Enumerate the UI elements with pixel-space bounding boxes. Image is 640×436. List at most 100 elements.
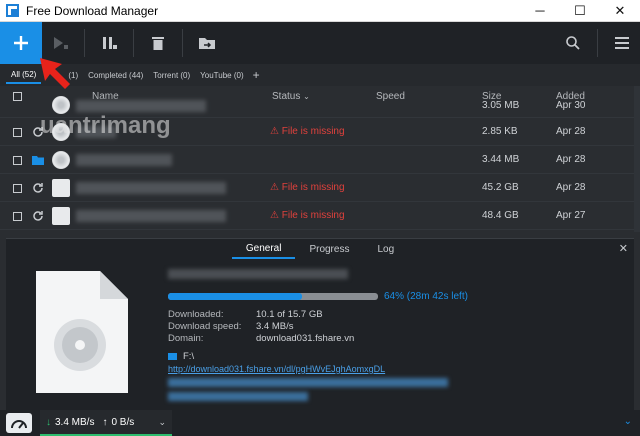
file-icon — [52, 179, 70, 197]
toolbar-divider — [182, 29, 183, 57]
minimize-button[interactable]: ─ — [520, 0, 560, 22]
row-size: 2.85 KB — [482, 126, 518, 137]
hamburger-menu-icon — [615, 37, 629, 49]
file-name-blurred — [76, 210, 226, 222]
row-checkbox[interactable] — [13, 184, 22, 193]
download-speed: 3.4 MB/s — [55, 416, 95, 428]
file-name-blurred — [168, 269, 348, 279]
speedometer-icon — [11, 420, 27, 429]
watermark-text: uantrimang — [40, 112, 171, 139]
row-size: 3.05 MB — [482, 100, 520, 111]
folder-path: F:\ — [183, 351, 195, 362]
retry-icon[interactable] — [32, 210, 44, 222]
download-arrow-icon: ↓ — [46, 416, 51, 428]
folder-move-icon — [199, 38, 215, 49]
details-tabs: General Progress Log — [6, 239, 634, 259]
chevron-down-icon[interactable]: ⌄ — [624, 416, 632, 427]
red-arrow-annotation — [40, 58, 70, 89]
row-added: Apr 27 — [556, 210, 586, 221]
toolbar-divider — [597, 29, 598, 57]
download-url-link[interactable]: http://download031.fshare.vn/dl/pgHWvEJg… — [168, 363, 628, 401]
toolbar — [0, 22, 640, 64]
retry-icon[interactable] — [32, 182, 44, 194]
file-name-blurred — [76, 100, 206, 112]
downloaded-value: 10.1 of 15.7 GB — [256, 309, 323, 320]
disc-file-icon — [52, 151, 70, 169]
table-row[interactable]: ⚠ File is missing 45.2 GB Apr 28 — [0, 174, 634, 202]
row-added: Apr 28 — [556, 126, 586, 137]
play-icon — [54, 37, 68, 49]
row-size: 45.2 GB — [482, 182, 519, 193]
upload-speed: 0 B/s — [111, 416, 135, 428]
row-size: 3.44 MB — [482, 154, 520, 165]
move-to-button[interactable] — [189, 22, 225, 64]
pause-icon — [103, 37, 117, 49]
row-status-label: File is missing — [281, 182, 345, 193]
domain-label: Domain: — [168, 333, 204, 344]
add-tab-button[interactable]: + — [253, 68, 260, 82]
warning-icon: ⚠ — [270, 182, 279, 193]
row-size: 48.4 GB — [482, 210, 519, 221]
row-checkbox[interactable] — [13, 212, 22, 221]
plus-icon — [14, 36, 28, 50]
title-bar: Free Download Manager ─ ☐ ✕ — [0, 0, 640, 22]
row-added: Apr 28 — [556, 182, 586, 193]
chevron-down-icon[interactable]: ⌄ — [158, 417, 166, 428]
speed-value: 3.4 MB/s — [256, 321, 294, 332]
progress-fill — [168, 293, 303, 300]
search-icon — [566, 36, 580, 50]
row-status-label: File is missing — [281, 210, 345, 221]
download-progress-bar — [168, 293, 378, 300]
domain-value: download031.fshare.vn — [256, 333, 355, 344]
folder-icon — [168, 353, 177, 360]
details-panel: General Progress Log ✕ 64% (28m 42s left… — [6, 238, 634, 410]
status-bar: ↓ 3.4 MB/s ↑ 0 B/s ⌄ — [0, 410, 640, 436]
close-window-button[interactable]: ✕ — [600, 0, 640, 22]
speed-indicator[interactable]: ↓ 3.4 MB/s ↑ 0 B/s ⌄ — [40, 410, 172, 436]
file-name-blurred — [76, 182, 226, 194]
row-status: ⚠ File is missing — [270, 210, 345, 221]
speed-mode-button[interactable] — [6, 413, 32, 433]
table-row[interactable]: 3.44 MB Apr 28 — [0, 146, 634, 174]
downloaded-label: Downloaded: — [168, 309, 224, 320]
pause-button[interactable] — [91, 22, 127, 64]
main-menu-button[interactable] — [604, 22, 640, 64]
url-blurred — [168, 392, 308, 401]
row-status: ⚠ File is missing — [270, 126, 345, 137]
tab-completed[interactable]: Completed (44) — [83, 68, 148, 83]
search-button[interactable] — [555, 22, 591, 64]
table-row[interactable]: ⚠ File is missing 48.4 GB Apr 27 — [0, 202, 634, 230]
row-checkbox[interactable] — [13, 156, 22, 165]
row-checkbox[interactable] — [13, 128, 22, 137]
row-status: ⚠ File is missing — [270, 182, 345, 193]
progress-text: 64% (28m 42s left) — [384, 291, 468, 302]
speed-label: Download speed: — [168, 321, 242, 332]
row-added: Apr 28 — [556, 154, 586, 165]
close-details-button[interactable]: ✕ — [619, 242, 628, 255]
tab-youtube[interactable]: YouTube (0) — [195, 68, 248, 83]
delete-button[interactable] — [140, 22, 176, 64]
file-icon — [52, 207, 70, 225]
download-url: http://download031.fshare.vn/dl/pgHWvEJg… — [168, 364, 386, 374]
filter-tabs: All (52) (1) Completed (44) Torrent (0) … — [0, 64, 640, 86]
row-added: Apr 30 — [556, 100, 586, 111]
save-folder[interactable]: F:\ — [168, 351, 194, 362]
file-name-blurred — [76, 154, 172, 166]
warning-icon: ⚠ — [270, 210, 279, 221]
maximize-button[interactable]: ☐ — [560, 0, 600, 22]
tab-progress[interactable]: Progress — [295, 241, 363, 258]
tab-torrent[interactable]: Torrent (0) — [148, 68, 195, 83]
folder-icon[interactable] — [32, 154, 44, 166]
app-logo-icon — [6, 3, 20, 18]
row-status-label: File is missing — [281, 126, 345, 137]
window-title: Free Download Manager — [26, 3, 159, 18]
disc-file-icon — [36, 271, 128, 393]
watermark-logo: uantrimang — [40, 112, 171, 140]
toolbar-divider — [84, 29, 85, 57]
trash-icon — [152, 37, 164, 50]
tab-log[interactable]: Log — [363, 241, 408, 258]
list-scrollbar[interactable] — [634, 86, 640, 232]
warning-icon: ⚠ — [270, 126, 279, 137]
upload-arrow-icon: ↑ — [102, 416, 108, 428]
tab-general[interactable]: General — [231, 240, 296, 259]
